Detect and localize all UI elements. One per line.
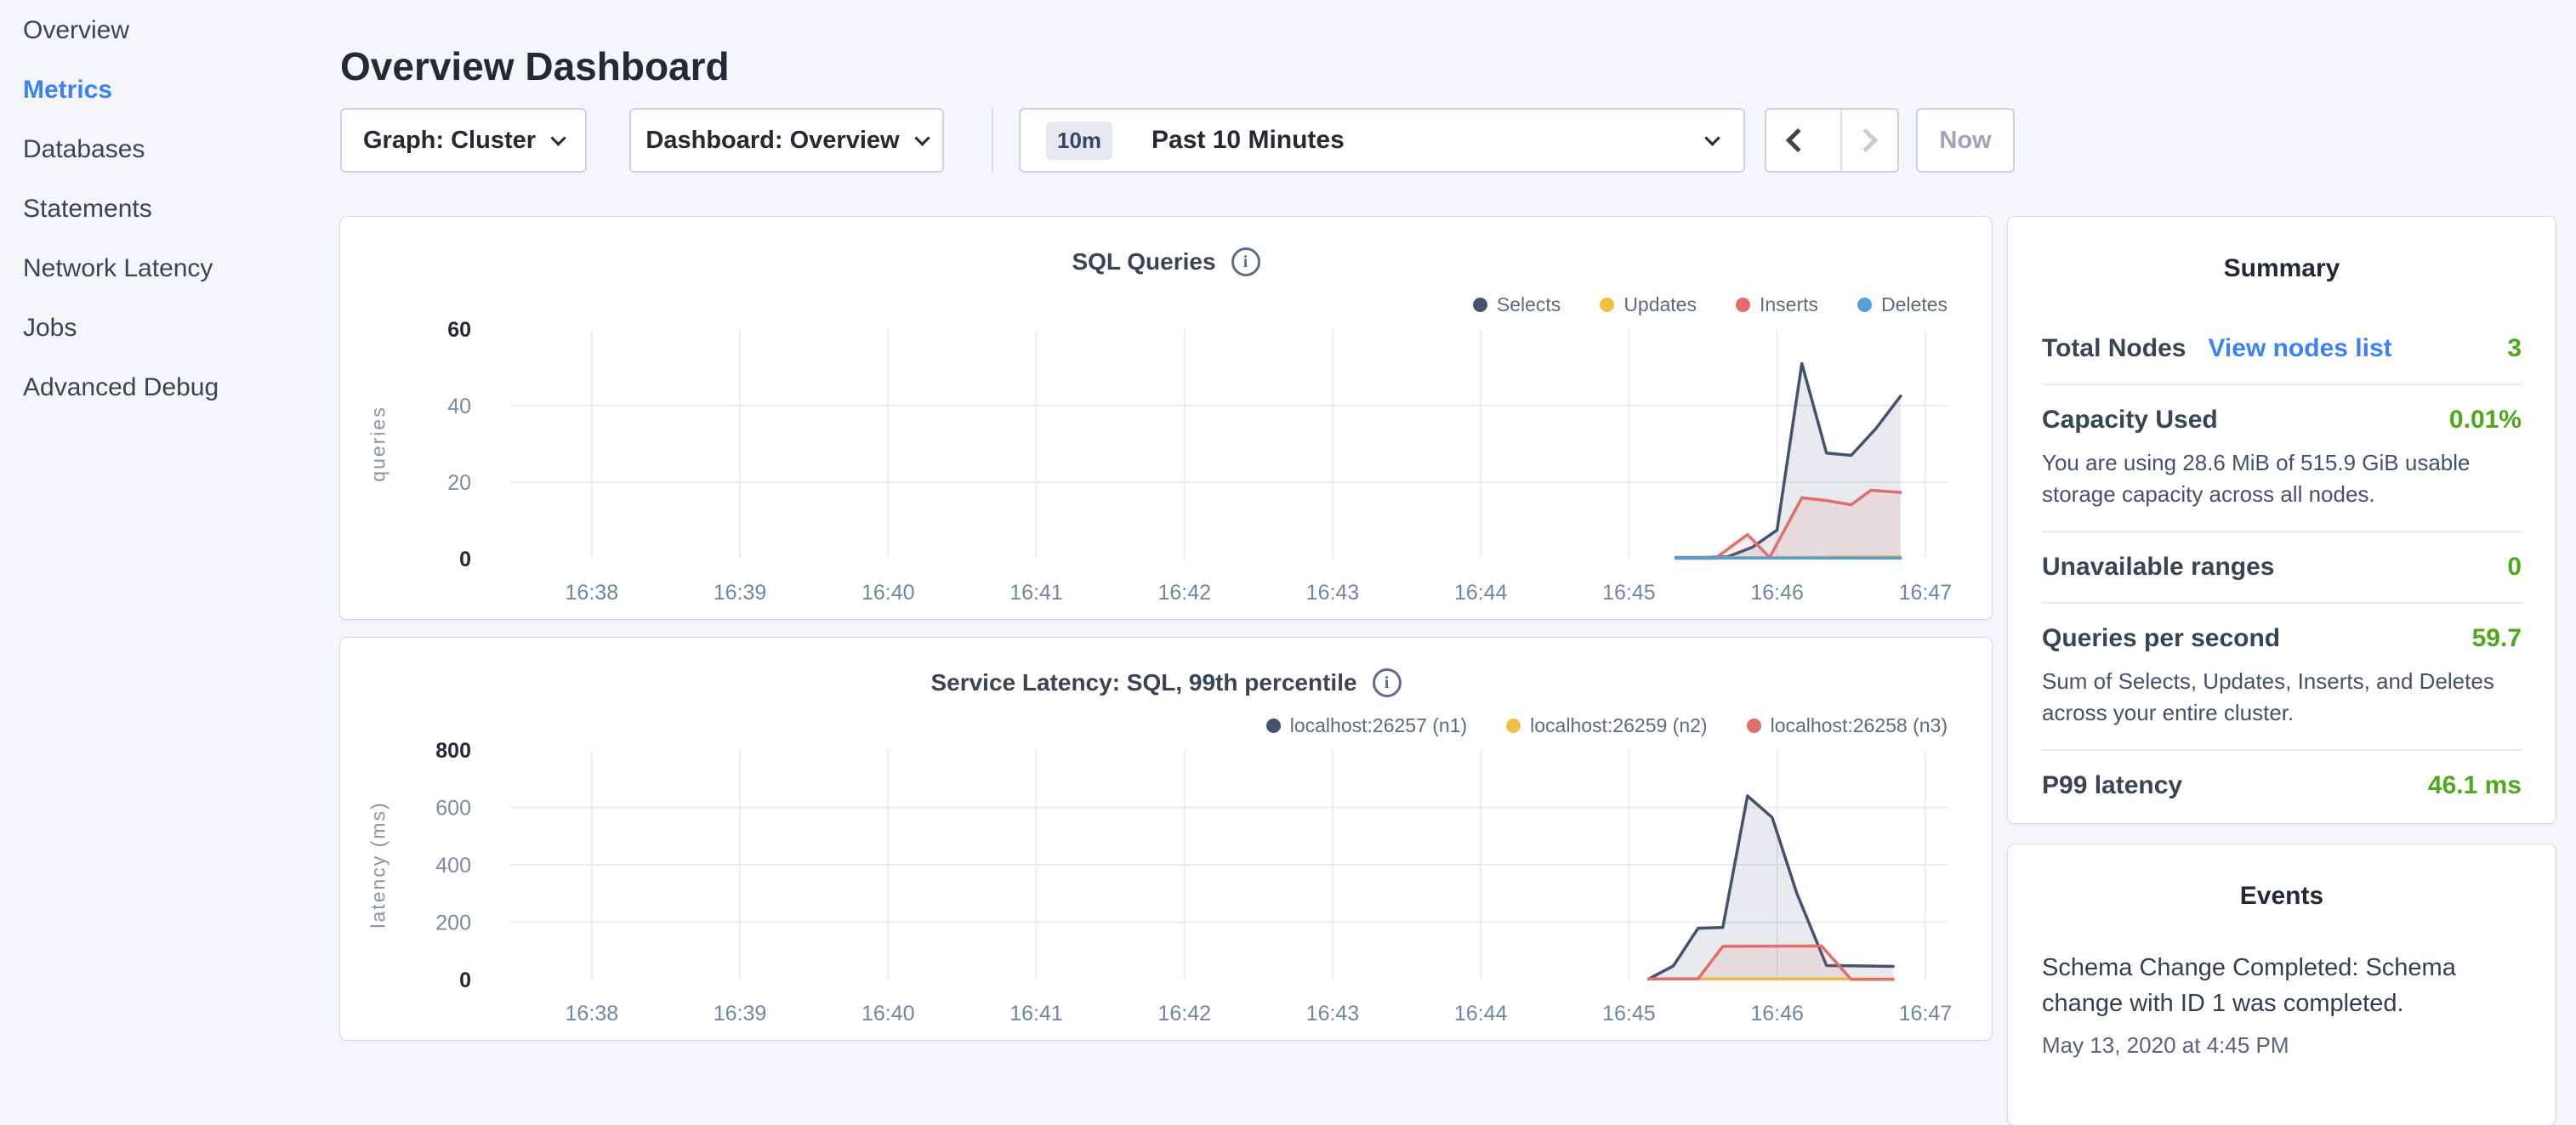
summary-value: 3	[2507, 334, 2522, 363]
graph-dropdown-label: Graph: Cluster	[363, 127, 536, 155]
summary-value: 59.7	[2472, 624, 2522, 653]
y-tick-label: 20	[447, 471, 471, 495]
x-tick-label: 16:45	[1602, 1002, 1656, 1026]
now-button-label: Now	[1939, 127, 1991, 155]
service-latency-chart-card: Service Latency: SQL, 99th percentile i …	[340, 638, 1992, 1040]
chevron-left-icon	[1786, 128, 1810, 152]
summary-label: P99 latency	[2042, 771, 2182, 800]
x-tick-label: 16:42	[1157, 1002, 1211, 1026]
page-title: Overview Dashboard	[340, 43, 730, 89]
summary-value: 0.01%	[2449, 406, 2522, 435]
y-tick-label: 0	[459, 969, 471, 992]
chevron-right-icon	[1854, 128, 1878, 152]
summary-value: 0	[2507, 553, 2522, 582]
x-tick-label: 16:44	[1454, 1002, 1508, 1026]
time-step-group	[1765, 108, 1899, 173]
time-range-badge: 10m	[1046, 122, 1112, 160]
summary-label: Total Nodes	[2042, 334, 2186, 363]
x-tick-label: 16:39	[714, 1002, 767, 1026]
summary-title: Summary	[2008, 217, 2556, 283]
summary-row-total-nodes: Total Nodes View nodes list 3	[2042, 314, 2522, 384]
events-panel: Events Schema Change Completed: Schema c…	[2008, 844, 2556, 1125]
x-tick-label: 16:47	[1899, 581, 1953, 605]
sql-queries-chart-card: SQL Queries i SelectsUpdatesInsertsDelet…	[340, 217, 1992, 619]
view-nodes-list-link[interactable]: View nodes list	[2208, 334, 2391, 363]
summary-body: Total Nodes View nodes list 3 Capacity U…	[2008, 314, 2556, 821]
summary-value: 46.1 ms	[2428, 771, 2522, 800]
summary-row-unavailable-ranges: Unavailable ranges 0	[2042, 531, 2522, 602]
toolbar-divider	[992, 108, 993, 173]
x-tick-label: 16:43	[1306, 581, 1360, 605]
y-tick-label: 400	[435, 854, 471, 878]
now-button[interactable]: Now	[1916, 108, 2015, 173]
y-tick-label: 60	[447, 318, 471, 342]
chart-plot-area[interactable]: 60 40 20 0 16:38 16:39 16:40 16:41 16:42 16:43 16:…	[340, 217, 1992, 619]
sidebar-item-statements[interactable]: Statements	[23, 190, 329, 228]
chevron-down-icon	[550, 130, 566, 145]
x-tick-label: 16:41	[1009, 581, 1063, 605]
summary-panel: Summary Total Nodes View nodes list 3 Ca…	[2008, 217, 2556, 823]
y-tick-label: 200	[435, 912, 471, 935]
event-text: Schema Change Completed: Schema change w…	[2042, 950, 2522, 1021]
x-tick-label: 16:40	[862, 581, 915, 605]
x-tick-label: 16:46	[1750, 581, 1804, 605]
summary-label: Unavailable ranges	[2042, 553, 2274, 582]
y-tick-label: 40	[447, 395, 471, 418]
y-tick-label: 800	[435, 739, 471, 763]
x-tick-label: 16:38	[566, 1002, 619, 1026]
sidebar-item-metrics[interactable]: Metrics	[23, 71, 329, 109]
x-tick-label: 16:43	[1306, 1002, 1360, 1026]
events-title: Events	[2008, 844, 2556, 911]
x-tick-label: 16:45	[1602, 581, 1656, 605]
chevron-down-icon	[914, 130, 930, 145]
sidebar-item-jobs[interactable]: Jobs	[23, 310, 329, 347]
time-range-select[interactable]: 10m Past 10 Minutes	[1019, 108, 1745, 173]
sidebar-item-advanced-debug[interactable]: Advanced Debug	[23, 369, 329, 406]
summary-label: Queries per second	[2042, 624, 2280, 653]
chart-plot-area[interactable]: 800 600 400 200 0 16:38 16:39 16:40 16:41 16:42 16…	[340, 638, 1992, 1040]
x-tick-label: 16:44	[1454, 581, 1508, 605]
x-tick-label: 16:47	[1899, 1002, 1953, 1026]
time-range-label: Past 10 Minutes	[1152, 126, 1690, 155]
chevron-down-icon	[1704, 130, 1720, 145]
summary-row-capacity-used: Capacity Used 0.01% You are using 28.6 M…	[2042, 384, 2522, 531]
y-tick-label: 0	[459, 548, 471, 571]
sidebar-item-network-latency[interactable]: Network Latency	[23, 250, 329, 287]
sidebar-item-overview[interactable]: Overview	[23, 12, 329, 49]
sidebar-item-databases[interactable]: Databases	[23, 131, 329, 168]
x-tick-label: 16:41	[1009, 1002, 1063, 1026]
summary-row-p99-latency: P99 latency 46.1 ms	[2042, 749, 2522, 821]
x-tick-label: 16:38	[566, 581, 619, 605]
summary-row-queries-per-second: Queries per second 59.7 Sum of Selects, …	[2042, 602, 2522, 749]
y-tick-label: 600	[435, 797, 471, 821]
x-tick-label: 16:46	[1750, 1002, 1804, 1026]
x-tick-label: 16:42	[1157, 581, 1211, 605]
dashboard-dropdown[interactable]: Dashboard: Overview	[629, 108, 944, 173]
sidebar: Overview Metrics Databases Statements Ne…	[23, 12, 329, 429]
event-timestamp: May 13, 2020 at 4:45 PM	[2042, 1032, 2522, 1059]
summary-description: You are using 28.6 MiB of 515.9 GiB usab…	[2042, 447, 2522, 510]
x-tick-label: 16:39	[714, 581, 767, 605]
next-time-button[interactable]	[1840, 110, 1897, 171]
x-tick-label: 16:40	[862, 1002, 915, 1026]
graph-dropdown[interactable]: Graph: Cluster	[340, 108, 587, 173]
prev-time-button[interactable]	[1766, 110, 1823, 171]
summary-description: Sum of Selects, Updates, Inserts, and De…	[2042, 666, 2522, 729]
summary-label: Capacity Used	[2042, 406, 2218, 435]
dashboard-dropdown-label: Dashboard: Overview	[645, 127, 899, 155]
event-item: Schema Change Completed: Schema change w…	[2008, 950, 2556, 1059]
